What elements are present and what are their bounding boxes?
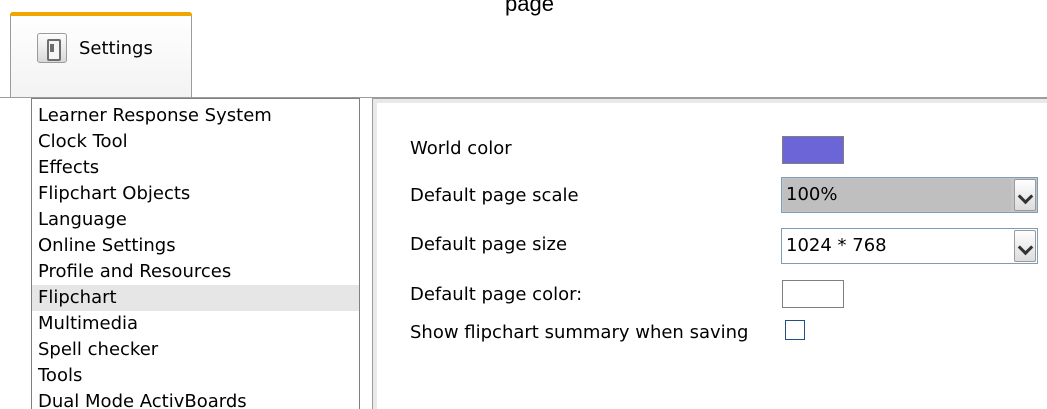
category-item[interactable]: Tools [32,363,359,389]
category-item[interactable]: Clock Tool [32,129,359,155]
page-size-value: 1024 * 768 [786,235,887,256]
category-item[interactable]: Flipchart Objects [32,181,359,207]
tab-settings[interactable]: Settings [10,12,192,98]
page-scale-value: 100% [786,184,838,205]
category-item[interactable]: Online Settings [32,233,359,259]
summary-checkbox[interactable] [785,320,805,340]
category-item-flipchart[interactable]: Flipchart [32,285,359,311]
category-item[interactable]: Language [32,207,359,233]
tab-settings-label: Settings [79,38,153,59]
page-scale-select[interactable]: 100% [781,177,1038,213]
category-item[interactable]: Learner Response System [32,103,359,129]
category-item[interactable]: Multimedia [32,311,359,337]
settings-category-list[interactable]: Learner Response System Clock Tool Effec… [31,98,360,409]
page-caption: page [505,0,554,16]
category-item[interactable]: Spell checker [32,337,359,363]
world-color-swatch[interactable] [782,136,844,164]
page-color-swatch[interactable] [782,280,844,308]
category-item[interactable]: Dual Mode ActivBoards [32,389,359,409]
page-size-label: Default page size [410,234,568,255]
chevron-down-icon[interactable] [1014,179,1036,211]
summary-label: Show flipchart summary when saving [410,322,749,343]
world-color-label: World color [410,138,512,159]
page-size-select[interactable]: 1024 * 768 [781,228,1038,264]
settings-window: page Settings Learner Response System Cl… [0,0,1047,409]
page-scale-label: Default page scale [410,185,579,206]
category-item[interactable]: Profile and Resources [32,259,359,285]
page-color-label: Default page color: [410,284,583,305]
chevron-down-icon[interactable] [1014,230,1036,262]
category-item[interactable]: Effects [32,155,359,181]
settings-icon [37,33,67,63]
